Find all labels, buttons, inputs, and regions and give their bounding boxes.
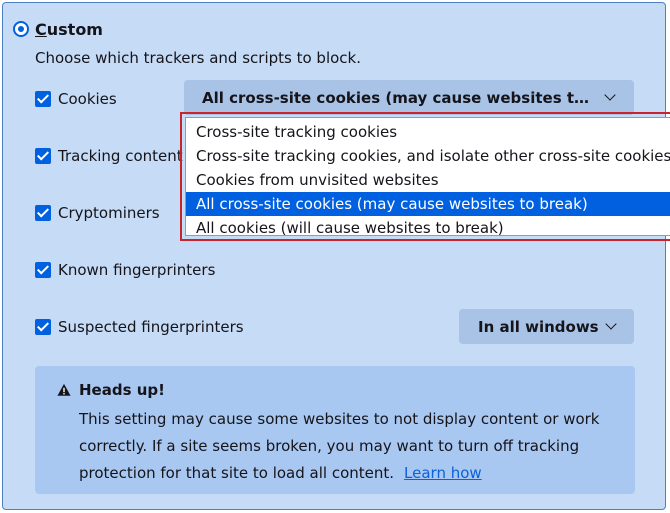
tracking-content-label: Tracking content xyxy=(58,147,183,165)
custom-description: Choose which trackers and scripts to blo… xyxy=(35,49,361,67)
suspected-fingerprinters-label: Suspected fingerprinters xyxy=(58,318,244,336)
cookies-label: Cookies xyxy=(58,90,117,108)
notice-title: Heads up! xyxy=(79,381,165,399)
known-fingerprinters-row[interactable]: Known fingerprinters xyxy=(35,260,215,280)
known-fingerprinters-label: Known fingerprinters xyxy=(58,261,216,279)
notice-body: This setting may cause some websites to … xyxy=(79,406,619,487)
chevron-down-icon xyxy=(604,89,616,101)
cookies-option-selected[interactable]: All cross-site cookies (may cause websit… xyxy=(186,192,670,216)
suspected-fingerprinters-row[interactable]: Suspected fingerprinters xyxy=(35,317,244,337)
cookies-checkbox[interactable] xyxy=(35,91,51,107)
tracking-content-checkbox[interactable] xyxy=(35,148,51,164)
cookies-select-value: All cross-site cookies (may cause websit… xyxy=(202,88,590,107)
custom-radio[interactable] xyxy=(13,21,29,37)
suspected-fingerprinters-checkbox[interactable] xyxy=(35,319,51,335)
notice-text: This setting may cause some websites to … xyxy=(79,410,600,482)
cookies-option[interactable]: Cross-site tracking cookies, and isolate… xyxy=(186,144,670,168)
cookies-option[interactable]: All cookies (will cause websites to brea… xyxy=(186,216,670,240)
cookies-dropdown-list: Cross-site tracking cookies Cross-site t… xyxy=(185,117,670,237)
learn-how-link[interactable]: Learn how xyxy=(404,464,482,482)
known-fingerprinters-checkbox[interactable] xyxy=(35,262,51,278)
chevron-down-icon xyxy=(605,318,617,330)
cookies-row[interactable]: Cookies xyxy=(35,89,117,109)
cryptominers-checkbox[interactable] xyxy=(35,205,51,221)
cookies-option[interactable]: Cookies from unvisited websites xyxy=(186,168,670,192)
custom-title-rest: ustom xyxy=(46,20,103,39)
cookies-select[interactable]: All cross-site cookies (may cause websit… xyxy=(184,80,634,115)
custom-tracking-panel: Custom Choose which trackers and scripts… xyxy=(2,2,666,510)
tracking-content-row[interactable]: Tracking content xyxy=(35,146,183,166)
cryptominers-label: Cryptominers xyxy=(58,204,160,222)
cookies-option[interactable]: Cross-site tracking cookies xyxy=(186,120,670,144)
heads-up-notice: Heads up! This setting may cause some we… xyxy=(35,366,635,494)
cookies-dropdown-highlight: Cross-site tracking cookies Cross-site t… xyxy=(180,112,670,241)
custom-title: Custom xyxy=(35,20,103,39)
cryptominers-row[interactable]: Cryptominers xyxy=(35,203,160,223)
suspected-fingerprinters-select-value: In all windows xyxy=(478,317,599,336)
suspected-fingerprinters-select[interactable]: In all windows xyxy=(459,309,634,344)
warning-icon xyxy=(57,383,71,396)
